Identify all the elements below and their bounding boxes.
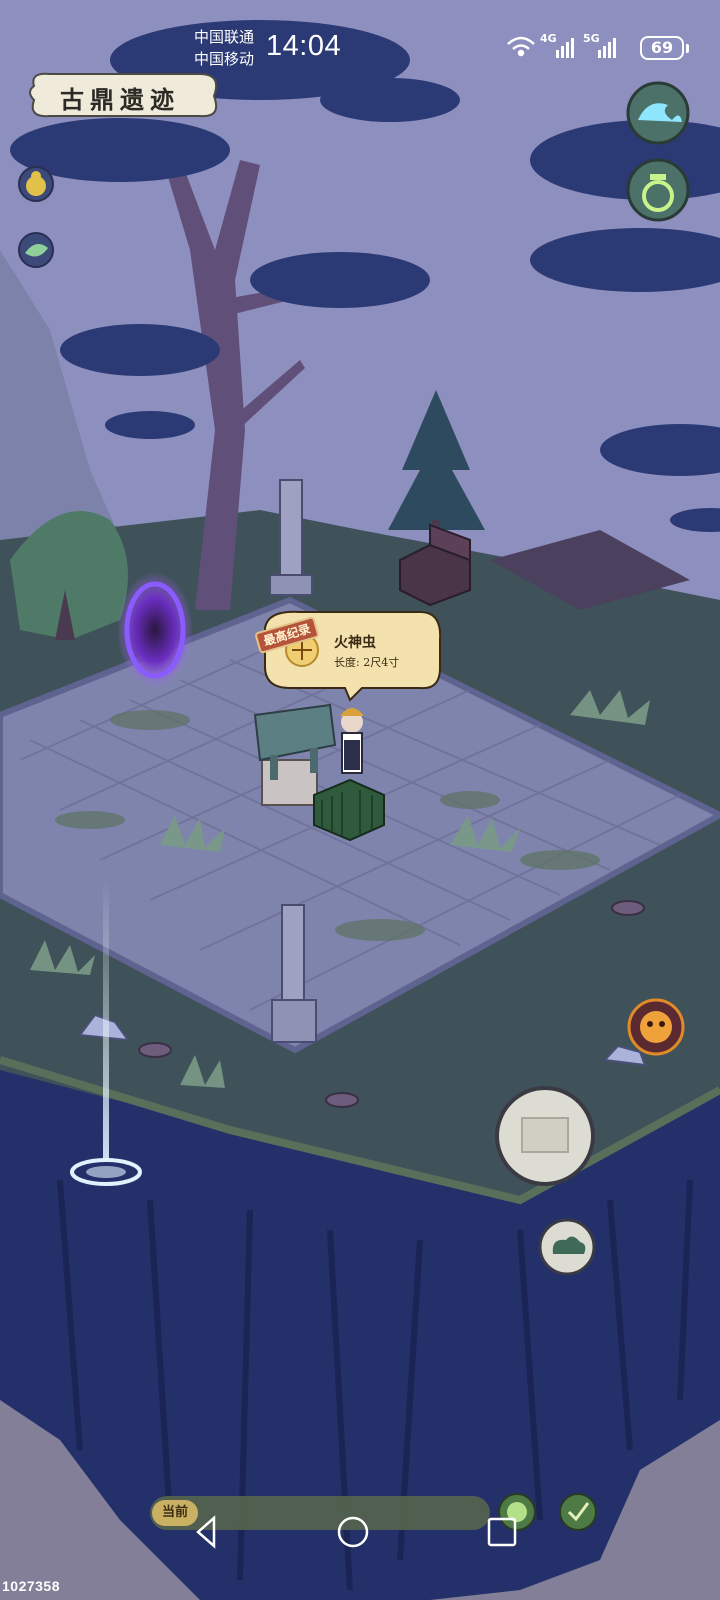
carrier-info: 中国联通 中国移动 <box>194 26 254 70</box>
carrier-1: 中国联通 <box>194 28 255 46</box>
battery-indicator: 69 <box>640 36 684 60</box>
carrier-2: 中国移动 <box>194 50 255 68</box>
status-bar: 中国联通 中国移动 14:04 4G 5G 69 <box>0 22 720 78</box>
catch-name: 火神虫 <box>334 635 376 651</box>
watermark: 1027358 <box>2 1578 61 1594</box>
portal-hotspot[interactable] <box>116 570 194 690</box>
ink-brush-button[interactable] <box>560 1494 596 1530</box>
clock: 14:04 <box>266 30 342 62</box>
teleport-beam <box>103 880 109 1160</box>
game-scene <box>0 0 720 1600</box>
wave-button[interactable] <box>628 83 688 143</box>
chest-hotspot[interactable] <box>395 520 475 610</box>
pot-button[interactable] <box>628 160 688 220</box>
nav-recents-button[interactable] <box>482 1512 522 1552</box>
network-5g-label: 5G <box>583 32 600 45</box>
location-title-scroll: 古鼎遗迹 <box>26 72 214 122</box>
leaf-button[interactable] <box>19 233 53 267</box>
lion-button[interactable] <box>629 1000 683 1054</box>
catch-length: 长度: 2尺4寸 <box>334 656 400 669</box>
ding-action-button[interactable] <box>497 1088 593 1184</box>
battery-tip <box>686 44 689 53</box>
gourd-button[interactable] <box>19 167 53 201</box>
network-4g-label: 4G <box>540 32 557 45</box>
nav-home-button[interactable] <box>333 1512 373 1552</box>
nav-back-button[interactable] <box>186 1512 222 1552</box>
player-character <box>340 708 364 774</box>
cloud-button[interactable] <box>540 1220 594 1274</box>
location-title: 古鼎遗迹 <box>60 85 180 114</box>
